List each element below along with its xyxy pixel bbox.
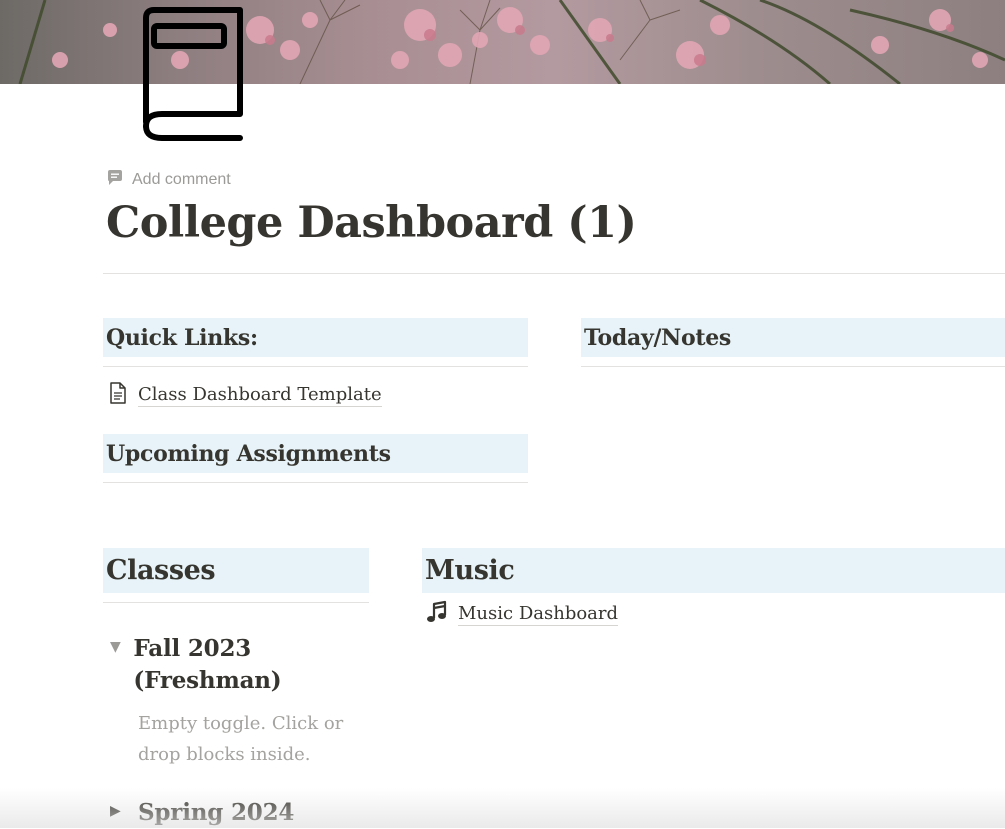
page-link-label: Class Dashboard Template xyxy=(138,384,382,407)
upcoming-assignments-divider xyxy=(103,482,528,483)
toggle-label: Spring 2024 xyxy=(138,799,295,826)
toggle-fall-2023[interactable]: ▼ Fall 2023 (Freshman) xyxy=(110,633,350,697)
music-heading[interactable]: Music xyxy=(422,548,1005,593)
classes-divider xyxy=(103,602,369,603)
page-link-label: Music Dashboard xyxy=(458,603,619,626)
book-icon[interactable] xyxy=(128,4,248,142)
today-notes-divider xyxy=(581,366,1005,367)
triangle-down-icon[interactable]: ▼ xyxy=(110,633,127,697)
comment-icon xyxy=(106,169,124,192)
document-icon xyxy=(108,381,128,410)
upcoming-assignments-heading[interactable]: Upcoming Assignments xyxy=(103,434,528,473)
empty-toggle-hint[interactable]: Empty toggle. Click or drop blocks insid… xyxy=(138,708,348,770)
class-dashboard-template-link[interactable]: Class Dashboard Template xyxy=(108,381,382,410)
music-dashboard-link[interactable]: Music Dashboard xyxy=(426,600,619,629)
music-note-icon xyxy=(426,600,448,629)
today-notes-heading[interactable]: Today/Notes xyxy=(581,318,1005,357)
quick-links-heading[interactable]: Quick Links: xyxy=(103,318,528,357)
triangle-right-icon[interactable]: ▶ xyxy=(110,797,132,829)
add-comment-button[interactable]: Add comment xyxy=(106,169,231,192)
classes-heading[interactable]: Classes xyxy=(103,548,369,593)
title-divider xyxy=(103,273,1005,274)
toggle-spring-2024[interactable]: ▶ Spring 2024 xyxy=(110,797,350,829)
quick-links-divider xyxy=(103,366,528,367)
toggle-label: Fall 2023 (Freshman) xyxy=(133,635,282,694)
page-title[interactable]: College Dashboard (1) xyxy=(106,198,637,248)
add-comment-label: Add comment xyxy=(132,171,231,188)
